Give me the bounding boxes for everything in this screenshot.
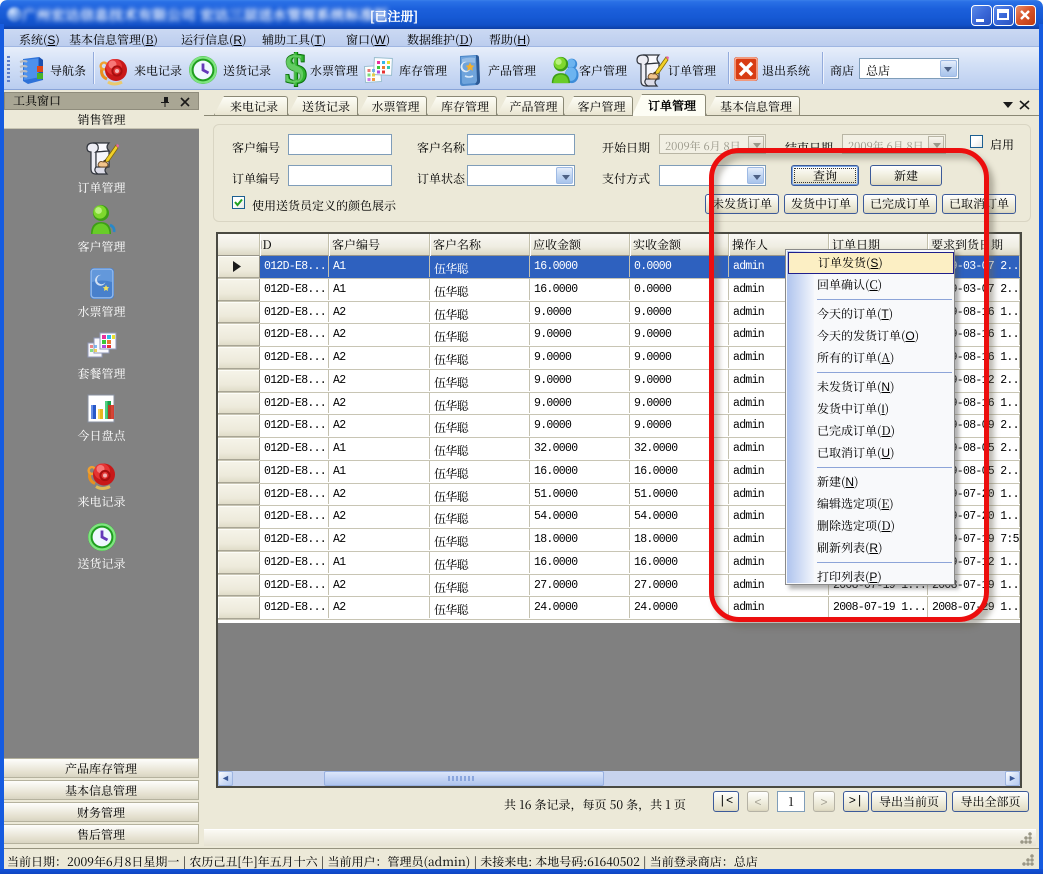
svg-text:$: $ bbox=[284, 52, 304, 89]
